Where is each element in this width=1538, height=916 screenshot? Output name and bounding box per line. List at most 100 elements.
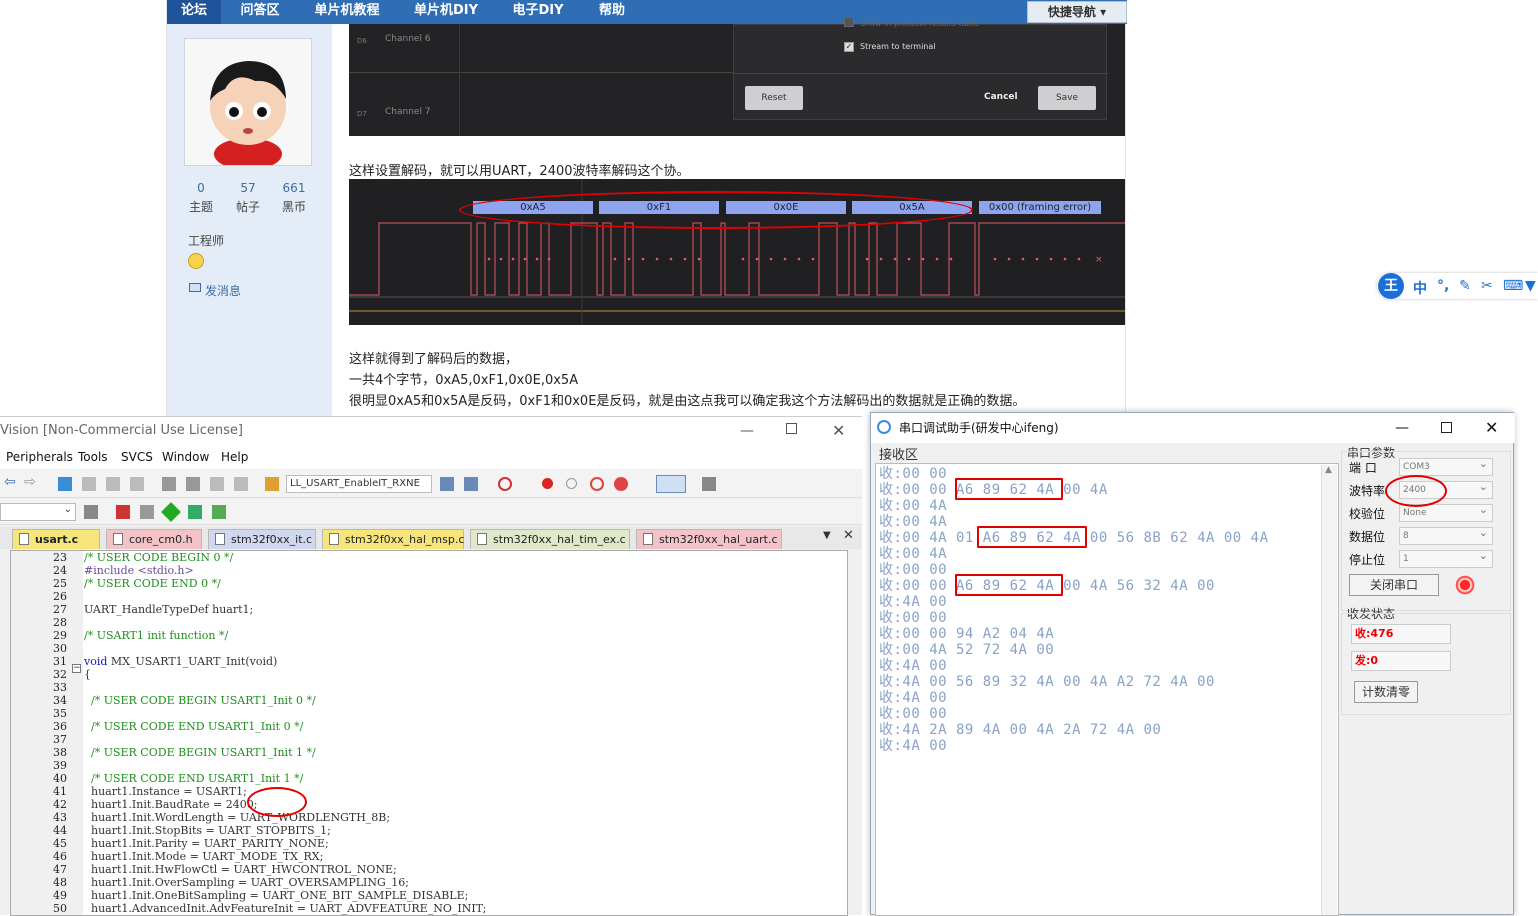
nav-electronic-diy[interactable]: 电子DIY — [503, 0, 573, 24]
maximize-icon[interactable] — [1441, 422, 1452, 433]
fold-icon[interactable]: − — [72, 664, 81, 673]
code-line[interactable]: /* USER CODE BEGIN USART1_Init 0 */ — [84, 694, 316, 707]
ime-logo[interactable]: 王 — [1378, 273, 1404, 299]
receive-textarea[interactable]: 收:00 00 收:00 00 A6 89 62 4A 00 4A 收:00 4A 收… — [875, 463, 1339, 916]
cancel-button[interactable]: Cancel — [984, 92, 1018, 102]
code-line[interactable]: huart1.Init.OverSampling = UART_OVERSAMP… — [84, 876, 409, 889]
port-select[interactable]: COM3 — [1399, 456, 1493, 476]
code-line[interactable]: /* USER CODE END USART1_Init 1 */ — [84, 772, 303, 785]
code-line[interactable]: huart1.AdvancedInit.AdvFeatureInit = UAR… — [84, 902, 486, 915]
minimize-icon[interactable]: — — [740, 417, 754, 445]
device-db-icon[interactable] — [212, 505, 226, 519]
ime-toolbar[interactable]: 王 中 °, ✎ ✂ ⌨ ▼ — [1377, 273, 1538, 299]
stat-coins[interactable]: 661 黑币 — [274, 181, 314, 215]
code-line[interactable]: huart1.Init.OneBitSampling = UART_ONE_BI… — [84, 889, 468, 902]
close-icon[interactable]: ✕ — [832, 417, 845, 445]
settings-wrench-icon[interactable] — [702, 477, 716, 491]
find-function-combo[interactable]: LL_USART_EnableIT_RXNE — [286, 475, 432, 493]
tab-stm32f0xx-hal-tim-ex-c[interactable]: stm32f0xx_hal_tim_ex.c — [470, 529, 630, 549]
maximize-icon[interactable] — [786, 423, 797, 434]
save-button[interactable]: Save — [1038, 86, 1096, 110]
code-line[interactable]: { — [84, 668, 91, 681]
code-line[interactable]: huart1.Init.StopBits = UART_STOPBITS_1; — [84, 824, 331, 837]
incremental-find-icon[interactable] — [464, 477, 478, 491]
pen-icon[interactable]: ✎ — [1459, 278, 1471, 294]
reset-button[interactable]: Reset — [745, 86, 803, 110]
breakpoint-icon[interactable] — [542, 478, 553, 489]
debug-icon[interactable] — [498, 477, 512, 491]
comment-icon[interactable] — [210, 477, 224, 491]
nav-qa[interactable]: 问答区 — [229, 0, 291, 24]
stat-topics[interactable]: 0 主题 — [181, 181, 221, 215]
indent-icon[interactable] — [162, 477, 176, 491]
keyboard-icon[interactable]: ⌨ — [1503, 278, 1523, 294]
unindent-icon[interactable] — [186, 477, 200, 491]
code-line[interactable]: huart1.Init.Parity = UART_PARITY_NONE; — [84, 837, 329, 850]
tab-stm32f0xx-it-c[interactable]: stm32f0xx_it.c — [208, 529, 316, 549]
target-options-icon[interactable] — [84, 505, 98, 519]
clear-count-button[interactable]: 计数清零 — [1354, 681, 1418, 703]
breakpoint-all-icon[interactable] — [614, 477, 628, 491]
avatar[interactable] — [184, 38, 312, 170]
checkbox-protocol-table[interactable] — [844, 17, 854, 27]
tab-usart-c[interactable]: usart.c — [12, 529, 100, 549]
code-line[interactable]: huart1.Instance = USART1; — [84, 785, 247, 798]
nav-mcu-tutorial[interactable]: 单片机教程 — [303, 0, 391, 24]
menu-help[interactable]: Help — [221, 450, 248, 464]
menu-svcs[interactable]: SVCS — [121, 450, 153, 464]
recv-scrollbar[interactable]: ▲ — [1321, 465, 1337, 915]
tab-core-cm0-h[interactable]: core_cm0.h — [106, 529, 202, 549]
find-in-files-icon[interactable] — [440, 477, 454, 491]
punctuation-icon[interactable]: °, — [1437, 278, 1449, 294]
code-line[interactable]: void MX_USART1_UART_Init(void) — [84, 655, 277, 668]
rte-icon[interactable] — [161, 502, 181, 522]
tab-list-icon[interactable]: ▼ — [823, 530, 831, 541]
manage-components-icon[interactable] — [140, 505, 154, 519]
shirt-icon[interactable]: ▼ — [1525, 278, 1536, 294]
tab-stm32f0xx-hal-uart-c[interactable]: stm32f0xx_hal_uart.c — [636, 529, 782, 549]
window-layout-icon[interactable] — [656, 475, 686, 493]
ime-lang-toggle[interactable]: 中 — [1413, 278, 1427, 298]
minimize-icon[interactable]: — — [1395, 413, 1409, 443]
close-tab-icon[interactable]: ✕ — [843, 528, 854, 543]
open-file-icon[interactable] — [265, 477, 279, 491]
nav-mcu-diy[interactable]: 单片机DIY — [403, 0, 489, 24]
nav-forum[interactable]: 论坛 — [167, 0, 221, 24]
nav-back-icon[interactable]: ⇦ — [4, 474, 16, 490]
send-message-link[interactable]: 发消息 — [205, 282, 241, 299]
bookmark-next-icon[interactable] — [106, 477, 120, 491]
menu-tools[interactable]: Tools — [78, 450, 108, 464]
code-line[interactable]: huart1.Init.HwFlowCtl = UART_HWCONTROL_N… — [84, 863, 397, 876]
code-editor[interactable]: 23 24 25 26 27 28 29 30 31 32 33 34 35 36 37 38 39 40 41 42… — [10, 550, 848, 916]
stat-posts[interactable]: 57 帖子 — [228, 181, 268, 215]
scissors-icon[interactable]: ✂ — [1481, 278, 1493, 294]
code-line[interactable]: huart1.Init.Mode = UART_MODE_TX_RX; — [84, 850, 323, 863]
code-line[interactable]: /* USER CODE BEGIN 0 */ — [84, 551, 233, 564]
nav-help[interactable]: 帮助 — [591, 0, 633, 24]
menu-peripherals[interactable]: Peripherals — [6, 450, 73, 464]
tab-stm32f0xx-hal-msp-c[interactable]: stm32f0xx_hal_msp.c — [322, 529, 464, 549]
checkbox-stream-terminal[interactable]: ✓ — [844, 42, 854, 52]
code-line[interactable]: huart1.Init.BaudRate = 2400; — [84, 798, 257, 811]
databits-select[interactable]: 8 — [1399, 525, 1493, 545]
close-port-button[interactable]: 关闭串口 — [1349, 574, 1439, 596]
code-line[interactable]: huart1.Init.WordLength = UART_WORDLENGTH… — [84, 811, 390, 824]
nav-forward-icon[interactable]: ⇨ — [24, 474, 36, 490]
code-line[interactable]: /* USER CODE BEGIN USART1_Init 1 */ — [84, 746, 316, 759]
code-line[interactable]: /* USART1 init function */ — [84, 629, 228, 642]
uncomment-icon[interactable] — [234, 477, 248, 491]
quick-nav-button[interactable]: 快捷导航 ▾ — [1027, 1, 1127, 23]
code-line[interactable]: #include <stdio.h> — [84, 564, 194, 577]
code-line[interactable]: /* USER CODE END USART1_Init 0 */ — [84, 720, 303, 733]
pack-installer-icon[interactable] — [188, 505, 202, 519]
file-extensions-icon[interactable] — [116, 505, 130, 519]
breakpoint-kill-icon[interactable] — [590, 477, 604, 491]
stopbits-select[interactable]: 1 — [1399, 548, 1493, 568]
decoded-byte-4[interactable]: 0x00 (framing error) — [979, 201, 1101, 214]
target-select[interactable]: ⌄ — [0, 503, 76, 521]
bookmark-icon[interactable] — [58, 477, 72, 491]
code-line[interactable]: UART_HandleTypeDef huart1; — [84, 603, 253, 616]
breakpoint-disable-icon[interactable] — [566, 478, 577, 489]
code-line[interactable]: /* USER CODE END 0 */ — [84, 577, 221, 590]
close-icon[interactable]: ✕ — [1485, 413, 1498, 443]
